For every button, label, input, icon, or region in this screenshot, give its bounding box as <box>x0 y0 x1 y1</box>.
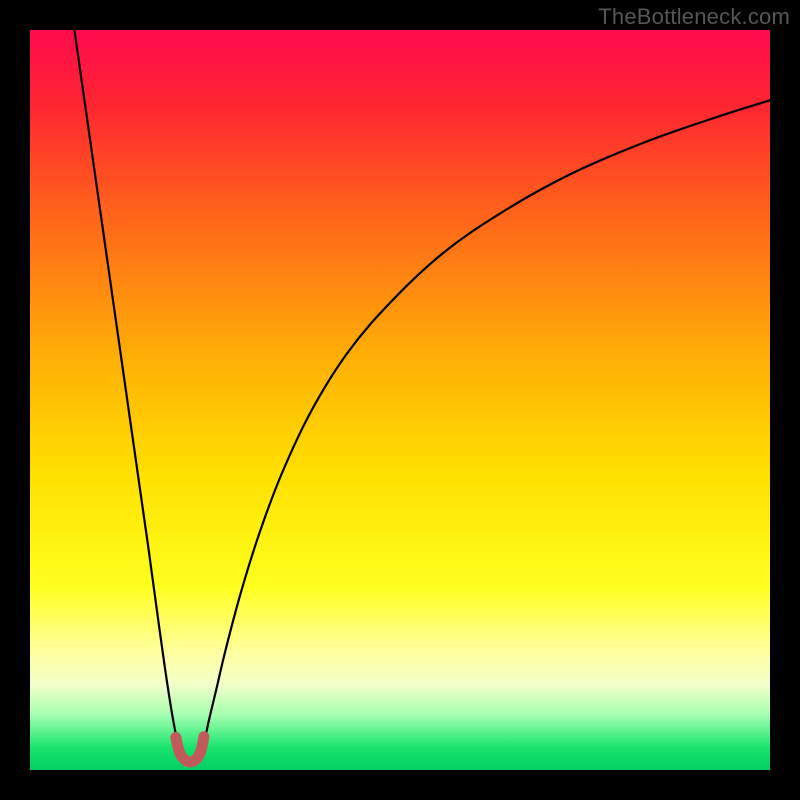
plot-area <box>30 30 770 770</box>
watermark-text: TheBottleneck.com <box>598 4 790 30</box>
gradient-background <box>30 30 770 770</box>
outer-black-frame: TheBottleneck.com <box>0 0 800 800</box>
chart-svg <box>30 30 770 770</box>
